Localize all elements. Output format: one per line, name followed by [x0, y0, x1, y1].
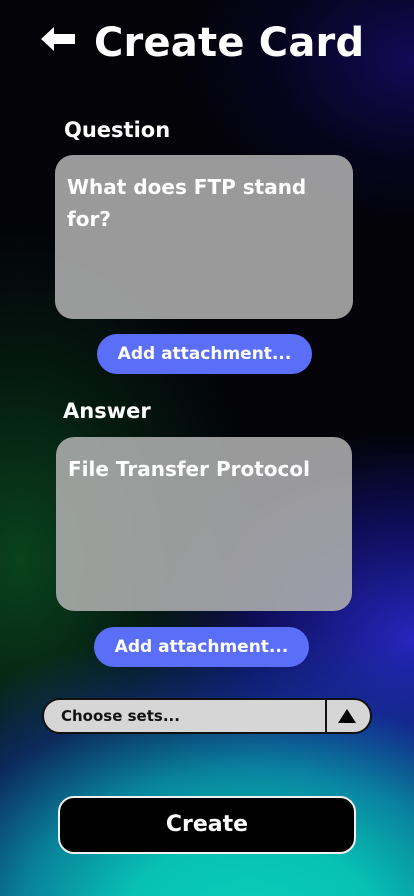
answer-add-attachment-button[interactable]: Add attachment... — [94, 627, 309, 667]
page-title: Create Card — [94, 20, 365, 66]
question-add-attachment-button[interactable]: Add attachment... — [97, 334, 312, 374]
triangle-up-icon[interactable] — [337, 708, 357, 724]
answer-input[interactable]: File Transfer Protocol — [56, 437, 352, 611]
sets-dropdown-divider — [325, 700, 327, 732]
question-input[interactable]: What does FTP stand for? — [55, 155, 353, 319]
question-label: Question — [64, 118, 171, 142]
create-button[interactable]: Create — [58, 796, 356, 854]
sets-dropdown[interactable]: Choose sets... — [42, 698, 372, 734]
answer-label: Answer — [63, 399, 151, 423]
back-button[interactable] — [38, 24, 78, 54]
header: Create Card — [0, 16, 414, 72]
left-arrow-icon — [41, 27, 75, 51]
sets-dropdown-value: Choose sets... — [61, 707, 180, 725]
